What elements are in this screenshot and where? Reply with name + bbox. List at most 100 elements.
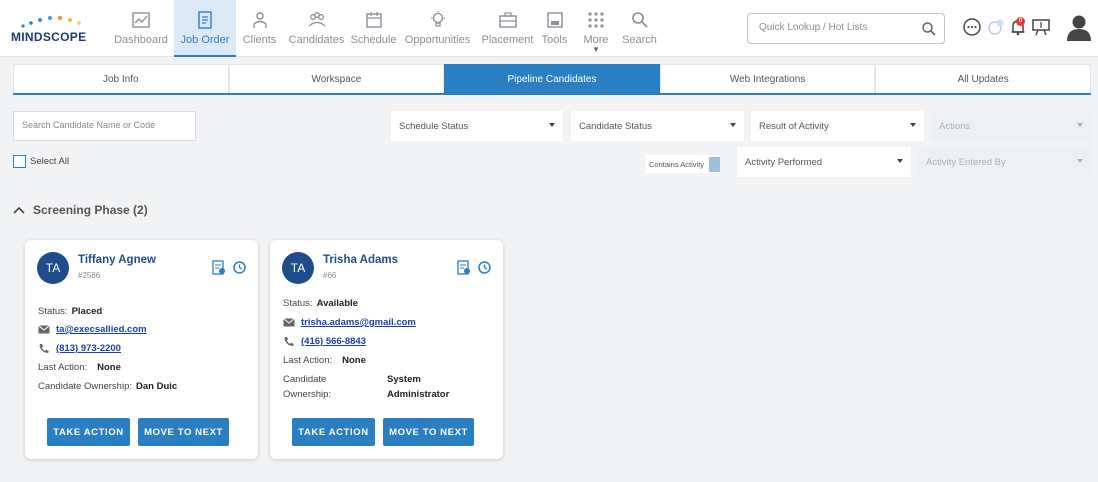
select-all-label: Select All bbox=[30, 156, 70, 167]
status-value: Placed bbox=[71, 306, 103, 317]
phone-link[interactable]: (813) 973-2200 bbox=[56, 343, 121, 354]
nav-dashboard[interactable]: Dashboard bbox=[108, 0, 174, 57]
email-link[interactable]: trisha.adams@gmail.com bbox=[301, 317, 416, 328]
caret-down-icon bbox=[730, 123, 736, 127]
nav-tools[interactable]: Tools bbox=[537, 0, 572, 57]
take-action-button[interactable]: TAKE ACTION bbox=[47, 418, 130, 446]
quick-lookup-input[interactable] bbox=[759, 22, 919, 33]
search-icon[interactable] bbox=[921, 21, 937, 37]
phase-title: Screening Phase (2) bbox=[33, 203, 148, 217]
tab-all-updates[interactable]: All Updates bbox=[875, 64, 1091, 93]
nav-candidates[interactable]: Candidates bbox=[283, 0, 350, 57]
tools-icon bbox=[546, 12, 563, 28]
tab-job-info[interactable]: Job Info bbox=[13, 64, 229, 93]
nav-job-order-label: Job Order bbox=[180, 34, 230, 46]
resume-icon[interactable] bbox=[212, 260, 226, 275]
envelope-icon bbox=[283, 318, 295, 327]
ownership-value: Dan Duic bbox=[136, 381, 178, 392]
last-action-value: None bbox=[342, 355, 366, 366]
envelope-icon bbox=[38, 325, 50, 334]
last-action-label: Last Action: bbox=[283, 355, 333, 366]
nav-dashboard-label: Dashboard bbox=[114, 34, 168, 46]
candidate-card: TA Trisha Adams #66 Status: Available tri… bbox=[270, 240, 503, 459]
nav-schedule-label: Schedule bbox=[350, 34, 397, 46]
screening-phase-header[interactable]: Screening Phase (2) bbox=[13, 203, 148, 217]
toggle-switch[interactable] bbox=[709, 156, 721, 172]
tab-pipeline-candidates[interactable]: Pipeline Candidates bbox=[444, 64, 660, 93]
actions-dropdown: Actions bbox=[931, 111, 1091, 141]
nav-placement[interactable]: Placement bbox=[478, 0, 537, 57]
last-action-row: Last Action: None bbox=[38, 362, 121, 373]
activity-performed-label: Activity Performed bbox=[745, 156, 823, 168]
email-link[interactable]: ta@execsallied.com bbox=[56, 324, 147, 335]
status-label: Status: bbox=[38, 306, 68, 317]
job-order-icon bbox=[198, 11, 212, 29]
schedule-status-label: Schedule Status bbox=[399, 120, 469, 132]
top-navigation-bar: MINDSCOPE Dashboard Job Order Clients Ca… bbox=[0, 0, 1098, 57]
nav-placement-label: Placement bbox=[481, 34, 534, 46]
chevron-up-icon bbox=[13, 206, 25, 214]
mindscope-logo[interactable]: MINDSCOPE bbox=[11, 14, 91, 44]
nav-job-order[interactable]: Job Order bbox=[174, 0, 236, 57]
email-row: trisha.adams@gmail.com bbox=[283, 317, 416, 328]
clients-icon bbox=[252, 12, 267, 28]
contains-activity-toggle[interactable]: Contains Activity bbox=[645, 155, 721, 173]
user-avatar-icon[interactable] bbox=[1066, 14, 1092, 42]
nav-schedule[interactable]: Schedule bbox=[350, 0, 397, 57]
candidate-avatar: TA bbox=[282, 252, 314, 284]
caret-down-icon bbox=[897, 159, 903, 163]
select-all-checkbox[interactable]: Select All bbox=[13, 155, 69, 168]
move-to-next-button[interactable]: MOVE TO NEXT bbox=[383, 418, 474, 446]
history-icon[interactable] bbox=[232, 260, 246, 275]
result-of-activity-label: Result of Activity bbox=[759, 120, 829, 132]
activity-performed-dropdown[interactable]: Activity Performed bbox=[737, 147, 911, 177]
ownership-row: Candidate Ownership: Dan Duic bbox=[38, 381, 177, 392]
take-action-button[interactable]: TAKE ACTION bbox=[292, 418, 375, 446]
nav-clients[interactable]: Clients bbox=[236, 0, 283, 57]
logo-dots-graphic bbox=[21, 15, 81, 28]
dashboard-icon bbox=[132, 12, 150, 28]
caret-down-icon bbox=[549, 123, 555, 127]
main-nav: Dashboard Job Order Clients Candidates S… bbox=[108, 0, 659, 57]
last-action-row: Last Action: None bbox=[283, 355, 366, 366]
last-action-value: None bbox=[97, 362, 121, 373]
history-icon[interactable] bbox=[477, 260, 491, 275]
schedule-status-dropdown[interactable]: Schedule Status bbox=[391, 111, 563, 141]
candidates-icon bbox=[308, 12, 325, 27]
presentation-board-icon[interactable] bbox=[1031, 17, 1051, 37]
ownership-label: Candidate Ownership: bbox=[38, 381, 132, 392]
lightbulb-icon bbox=[430, 11, 445, 27]
sync-icon[interactable] bbox=[986, 17, 1006, 37]
candidate-search-field[interactable] bbox=[13, 111, 196, 141]
caret-down-icon bbox=[1077, 123, 1083, 127]
checkbox[interactable] bbox=[13, 155, 26, 168]
briefcase-icon bbox=[498, 12, 517, 28]
caret-down-icon bbox=[910, 123, 916, 127]
phone-row: (416) 566-8843 bbox=[283, 336, 366, 347]
quick-lookup-field[interactable] bbox=[747, 13, 945, 44]
candidate-avatar: TA bbox=[37, 252, 69, 284]
candidate-name[interactable]: Tiffany Agnew bbox=[78, 254, 156, 266]
result-of-activity-dropdown[interactable]: Result of Activity bbox=[751, 111, 924, 141]
candidate-name[interactable]: Trisha Adams bbox=[323, 254, 398, 266]
tab-web-integrations[interactable]: Web Integrations bbox=[659, 64, 876, 93]
candidate-status-label: Candidate Status bbox=[579, 120, 652, 132]
card-actions bbox=[212, 260, 246, 275]
nav-more[interactable]: More ▼ bbox=[572, 0, 620, 57]
move-to-next-button[interactable]: MOVE TO NEXT bbox=[138, 418, 229, 446]
nav-search[interactable]: Search bbox=[620, 0, 659, 57]
tab-workspace[interactable]: Workspace bbox=[228, 64, 445, 93]
candidate-status-dropdown[interactable]: Candidate Status bbox=[571, 111, 744, 141]
schedule-icon bbox=[365, 12, 382, 28]
nav-opportunities-label: Opportunities bbox=[404, 34, 471, 46]
chat-bubble-icon[interactable] bbox=[962, 17, 982, 37]
status-value: Available bbox=[316, 298, 358, 309]
phone-link[interactable]: (416) 566-8843 bbox=[301, 336, 366, 347]
resume-icon[interactable] bbox=[457, 260, 471, 275]
logo-text: MINDSCOPE bbox=[11, 30, 87, 44]
chevron-down-icon: ▼ bbox=[592, 45, 600, 54]
job-order-tabs: Job Info Workspace Pipeline Candidates W… bbox=[13, 64, 1091, 95]
candidate-search-input[interactable] bbox=[22, 120, 192, 130]
nav-opportunities[interactable]: Opportunities bbox=[397, 0, 478, 57]
phone-icon bbox=[39, 344, 49, 353]
